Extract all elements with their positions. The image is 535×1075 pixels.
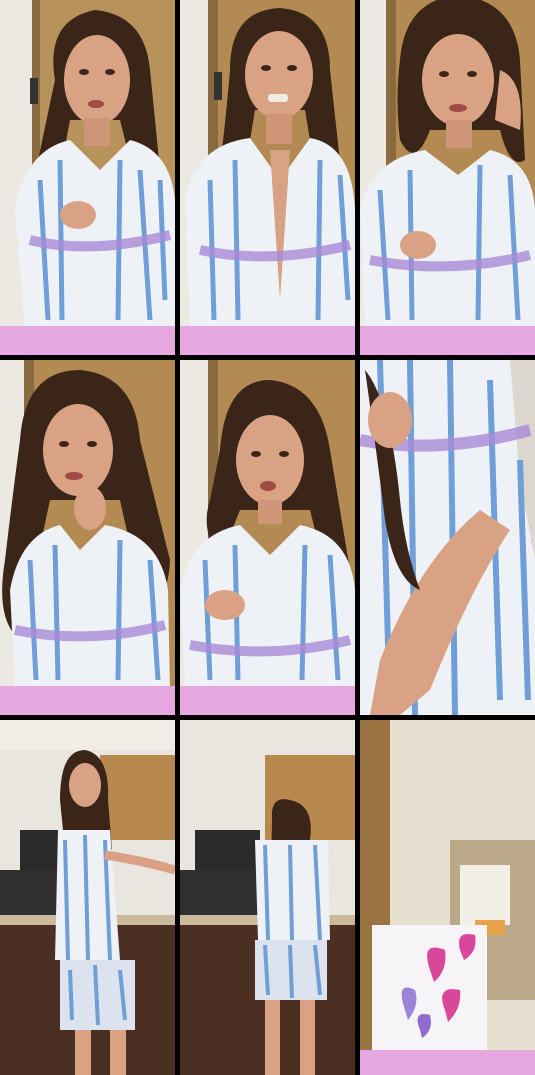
photo-frame-4 [0, 360, 175, 715]
photo-frame-3 [360, 0, 535, 355]
selfie-photo-3 [360, 0, 535, 355]
kitchen-full-body-photo [0, 720, 175, 1075]
photo-frame-8 [180, 720, 355, 1075]
butterfly-canvas-photo [360, 720, 535, 1075]
photo-collage [0, 0, 535, 1075]
selfie-photo-4 [0, 360, 175, 715]
photo-frame-1 [0, 0, 175, 355]
photo-frame-9 [360, 720, 535, 1075]
selfie-photo-1 [0, 0, 175, 355]
selfie-photo-2 [180, 0, 355, 355]
kitchen-back-view-photo [180, 720, 355, 1075]
photo-frame-5 [180, 360, 355, 715]
arm-closeup-photo [360, 360, 535, 715]
photo-frame-7 [0, 720, 175, 1075]
selfie-photo-5 [180, 360, 355, 715]
photo-frame-2 [180, 0, 355, 355]
photo-frame-6 [360, 360, 535, 715]
